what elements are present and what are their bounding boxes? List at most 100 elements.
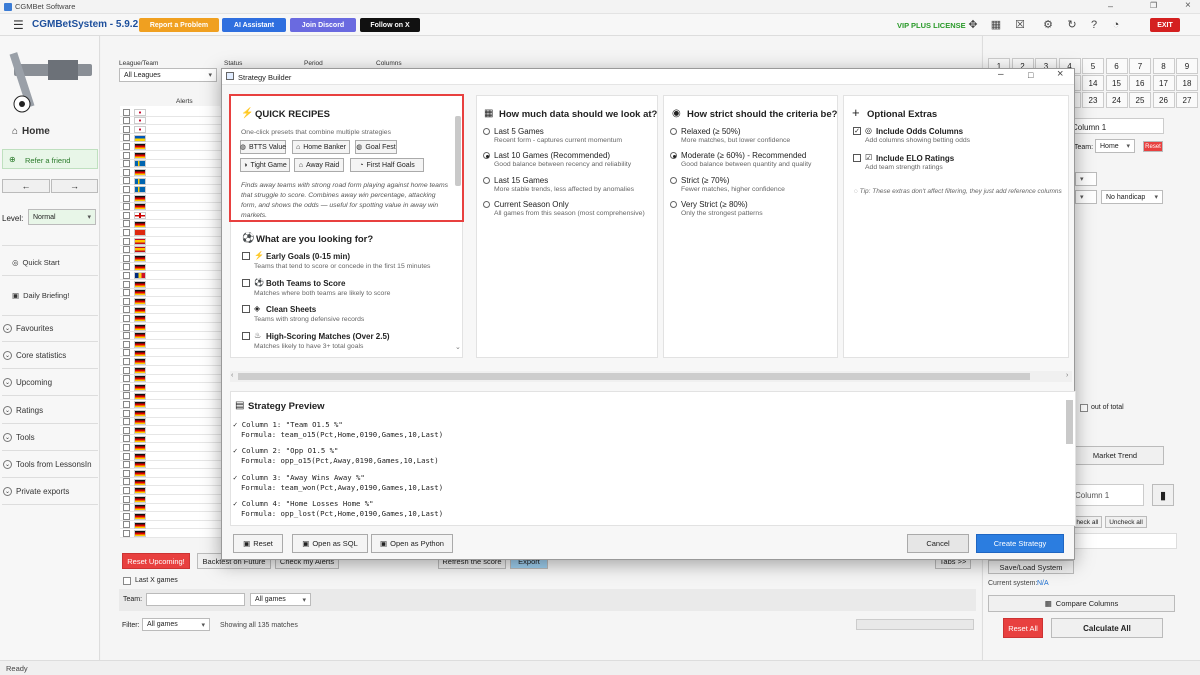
column-number-button[interactable]: 25 — [1129, 92, 1151, 108]
horizontal-scroll-thumb[interactable] — [238, 373, 1030, 380]
row-checkbox[interactable] — [123, 271, 130, 279]
row-checkbox[interactable] — [123, 529, 130, 537]
row-checkbox[interactable] — [123, 142, 130, 150]
join-discord-button[interactable]: Join Discord — [290, 18, 356, 32]
row-checkbox[interactable] — [123, 426, 130, 434]
close-box-icon[interactable]: ☒ — [1014, 19, 1026, 31]
level-select[interactable]: Normal — [28, 209, 96, 225]
row-checkbox[interactable] — [123, 418, 130, 426]
looking-checkbox[interactable] — [242, 278, 250, 287]
recipe-button[interactable]: ◔ First Half Goals — [350, 158, 424, 172]
row-checkbox[interactable] — [123, 461, 130, 469]
gear-icon[interactable]: ⚙ — [1042, 19, 1054, 31]
dialog-maximize-icon[interactable]: □ — [1028, 70, 1033, 80]
league-select[interactable]: All Leagues — [119, 68, 217, 82]
help-icon[interactable]: ? — [1088, 19, 1100, 31]
data-radio[interactable] — [483, 200, 490, 208]
row-checkbox[interactable] — [123, 349, 130, 357]
follow-x-button[interactable]: Follow on X — [360, 18, 420, 32]
row-checkbox[interactable] — [123, 383, 130, 391]
row-checkbox[interactable] — [123, 220, 130, 228]
extras-checkbox[interactable]: ✓ — [853, 127, 861, 135]
strict-radio[interactable] — [670, 200, 677, 208]
nav-section[interactable]: ⌄ Private exports — [3, 487, 69, 497]
filter-select[interactable]: All games — [142, 618, 210, 631]
column-number-button[interactable]: 8 — [1152, 58, 1175, 74]
row-checkbox[interactable] — [123, 400, 130, 408]
maximize-icon[interactable]: ❐ — [1150, 1, 1157, 10]
row-checkbox[interactable] — [123, 366, 130, 374]
column-number-button[interactable]: 5 — [1082, 58, 1104, 74]
recipe-button[interactable]: ◍ BTTS Value — [240, 140, 286, 154]
nav-section[interactable]: ⌄ Favourites — [3, 324, 53, 333]
column-number-button[interactable]: 14 — [1082, 75, 1104, 91]
row-checkbox[interactable] — [123, 443, 130, 451]
column-number-button[interactable]: 15 — [1105, 75, 1128, 91]
column-number-button[interactable]: 24 — [1105, 92, 1128, 108]
row-checkbox[interactable] — [123, 151, 130, 159]
forward-button[interactable]: → — [51, 179, 98, 193]
team-input[interactable] — [146, 593, 245, 606]
row-checkbox[interactable] — [123, 478, 130, 486]
column-number-button[interactable]: 16 — [1129, 75, 1151, 91]
create-strategy-button[interactable]: Create Strategy — [976, 534, 1064, 553]
recipes-scrollbar[interactable] — [455, 116, 461, 186]
row-checkbox[interactable] — [123, 237, 130, 245]
hamburger-menu-icon[interactable]: ☰ — [13, 18, 24, 32]
report-problem-button[interactable]: Report a Problem — [139, 18, 219, 32]
nav-section[interactable]: ⌄ Ratings — [3, 405, 43, 415]
extras-checkbox[interactable] — [853, 154, 861, 162]
close-icon[interactable]: × — [1185, 0, 1191, 11]
cancel-button[interactable]: Cancel — [907, 534, 969, 553]
right-text-input[interactable] — [1060, 533, 1177, 549]
nav-section[interactable]: ⌄ Tools from LessonsIn — [3, 460, 92, 469]
dialog-minimize-icon[interactable]: – — [998, 69, 1004, 80]
recipe-button[interactable]: ⌂ Away Raid — [294, 158, 344, 172]
recipe-button[interactable]: ◍ Goal Fest — [355, 140, 397, 154]
row-checkbox[interactable] — [123, 392, 130, 400]
row-checkbox[interactable] — [123, 504, 130, 512]
column-name-input[interactable]: Column 1 — [1069, 118, 1164, 134]
row-checkbox[interactable] — [123, 117, 130, 125]
preview-scrollbar[interactable] — [1066, 400, 1073, 444]
out-of-total-checkbox[interactable] — [1080, 404, 1088, 412]
scroll-down-icon[interactable]: ⌄ — [455, 343, 461, 351]
nav-quick-start[interactable]: ◎ Quick Start — [12, 258, 60, 267]
right-option-select[interactable] — [1075, 172, 1097, 186]
last-x-checkbox[interactable] — [123, 577, 131, 585]
row-checkbox[interactable] — [123, 306, 130, 314]
row-checkbox[interactable] — [123, 134, 130, 142]
row-checkbox[interactable] — [123, 211, 130, 219]
column-number-button[interactable]: 27 — [1176, 92, 1198, 108]
row-checkbox[interactable] — [123, 314, 130, 322]
market-trend-button[interactable]: Market Trend — [1066, 446, 1164, 465]
row-checkbox[interactable] — [123, 375, 130, 383]
column-number-button[interactable]: 26 — [1152, 92, 1175, 108]
looking-checkbox[interactable] — [242, 305, 250, 313]
row-checkbox[interactable] — [123, 469, 130, 477]
nav-section[interactable]: ⌄ Upcoming — [3, 378, 52, 388]
row-checkbox[interactable] — [123, 160, 130, 168]
save-load-button[interactable]: Save/Load System — [988, 560, 1074, 574]
compare-columns-button[interactable]: ▦ Compare Columns — [988, 595, 1175, 612]
row-checkbox[interactable] — [123, 332, 130, 340]
row-checkbox[interactable] — [123, 323, 130, 331]
refer-friend-button[interactable]: ⊕ Refer a friend — [2, 149, 98, 169]
handicap-select[interactable]: No handicap — [1101, 190, 1163, 204]
right-reset-button[interactable]: Reset — [1143, 141, 1163, 152]
row-checkbox[interactable] — [123, 297, 130, 305]
row-checkbox[interactable] — [123, 280, 130, 288]
column-number-button[interactable]: 18 — [1176, 75, 1198, 91]
row-checkbox[interactable] — [123, 194, 130, 202]
move-icon[interactable]: ✥ — [967, 19, 979, 31]
reset-all-button[interactable]: Reset All — [1003, 618, 1043, 638]
strict-radio[interactable] — [670, 152, 677, 160]
open-sql-button[interactable]: ▣ Open as SQL — [292, 534, 368, 553]
row-checkbox[interactable] — [123, 177, 130, 185]
back-button[interactable]: ← — [2, 179, 50, 193]
recipe-button[interactable]: ◑ Tight Game — [240, 158, 290, 172]
row-checkbox[interactable] — [123, 185, 130, 193]
nav-daily-briefing[interactable]: ▣ Daily Briefing! — [12, 291, 69, 300]
row-checkbox[interactable] — [123, 357, 130, 365]
column-number-button[interactable]: 6 — [1105, 58, 1128, 74]
